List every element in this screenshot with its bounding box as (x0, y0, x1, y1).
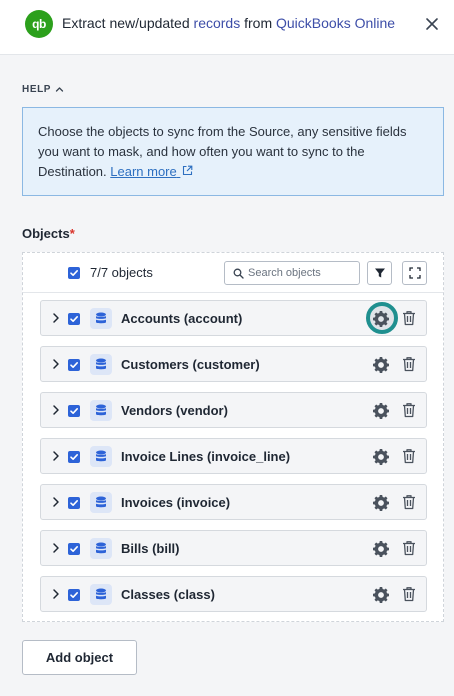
object-row[interactable]: Bills (bill) (40, 530, 427, 566)
title-records: records (193, 15, 241, 31)
checkbox-checked-icon (70, 454, 78, 460)
title-middle: from (240, 15, 276, 31)
trash-icon[interactable] (402, 540, 416, 556)
help-box: Choose the objects to sync from the Sour… (22, 107, 444, 196)
database-icon (90, 538, 112, 559)
object-checkbox[interactable] (68, 313, 80, 325)
trash-icon[interactable] (402, 402, 416, 418)
object-checkbox[interactable] (68, 359, 80, 371)
gear-icon[interactable] (373, 403, 389, 419)
quickbooks-logo: qb (25, 10, 53, 38)
objects-toolbar: 7/7 objects (23, 253, 443, 293)
trash-icon[interactable] (402, 448, 416, 464)
object-name: Accounts (account) (121, 311, 243, 326)
gear-icon[interactable] (373, 587, 389, 603)
close-icon (426, 18, 438, 30)
objects-label-text: Objects (22, 226, 70, 241)
expand-button[interactable] (402, 261, 427, 285)
trash-icon[interactable] (402, 356, 416, 372)
object-name: Vendors (vendor) (121, 403, 228, 418)
checkbox-checked-icon (70, 546, 78, 552)
chevron-right-icon[interactable] (51, 588, 61, 600)
object-row[interactable]: Invoices (invoice) (40, 484, 427, 520)
database-icon (90, 400, 112, 421)
object-checkbox[interactable] (68, 543, 80, 555)
search-box[interactable] (224, 261, 360, 285)
gear-icon[interactable] (373, 357, 389, 373)
gear-icon[interactable] (373, 495, 389, 511)
object-row[interactable]: Customers (customer) (40, 346, 427, 382)
chevron-right-icon[interactable] (51, 542, 61, 554)
external-link-icon (183, 165, 193, 176)
search-input[interactable] (248, 265, 356, 281)
objects-panel: 7/7 objects Accounts (account) Customers … (22, 252, 444, 622)
gear-icon[interactable] (373, 449, 389, 465)
title-prefix: Extract new/updated (62, 15, 194, 31)
trash-icon[interactable] (402, 586, 416, 602)
object-name: Classes (class) (121, 587, 215, 602)
learn-more-link[interactable]: Learn more (110, 164, 193, 179)
chevron-right-icon[interactable] (51, 404, 61, 416)
chevron-right-icon[interactable] (51, 450, 61, 462)
search-icon (233, 268, 244, 279)
learn-more-label: Learn more (110, 164, 177, 179)
object-row[interactable]: Invoice Lines (invoice_line) (40, 438, 427, 474)
required-mark: * (69, 226, 75, 241)
object-checkbox[interactable] (68, 589, 80, 601)
database-icon (90, 446, 112, 467)
gear-icon[interactable] (373, 541, 389, 557)
checkbox-checked-icon (70, 500, 78, 506)
checkbox-checked-icon (70, 592, 78, 598)
database-icon (90, 354, 112, 375)
object-checkbox[interactable] (68, 451, 80, 463)
checkbox-checked-icon (70, 270, 78, 276)
header-title: Extract new/updated records from QuickBo… (62, 15, 395, 31)
object-name: Customers (customer) (121, 357, 260, 372)
filter-icon (375, 268, 385, 278)
object-name: Invoice Lines (invoice_line) (121, 449, 291, 464)
checkbox-checked-icon (70, 316, 78, 322)
add-object-button[interactable]: Add object (22, 640, 137, 675)
title-source: QuickBooks Online (276, 15, 396, 31)
help-toggle[interactable]: HELP (22, 84, 64, 95)
object-name: Bills (bill) (121, 541, 180, 556)
database-icon (90, 584, 112, 605)
trash-icon[interactable] (402, 494, 416, 510)
filter-button[interactable] (367, 261, 392, 285)
select-all-checkbox[interactable] (68, 267, 80, 279)
close-button[interactable] (423, 15, 441, 33)
chevron-right-icon[interactable] (51, 358, 61, 370)
database-icon (90, 492, 112, 513)
object-row[interactable]: Classes (class) (40, 576, 427, 612)
object-checkbox[interactable] (68, 405, 80, 417)
object-row[interactable]: Accounts (account) (40, 300, 427, 336)
expand-icon (409, 267, 421, 279)
help-toggle-label: HELP (22, 84, 52, 95)
chevron-right-icon[interactable] (51, 496, 61, 508)
checkbox-checked-icon (70, 408, 78, 414)
objects-count: 7/7 objects (90, 265, 153, 280)
object-checkbox[interactable] (68, 497, 80, 509)
checkbox-checked-icon (70, 362, 78, 368)
object-name: Invoices (invoice) (121, 495, 231, 510)
database-icon (90, 308, 112, 329)
chevron-right-icon[interactable] (51, 312, 61, 324)
trash-icon[interactable] (402, 310, 416, 326)
object-row[interactable]: Vendors (vendor) (40, 392, 427, 428)
objects-label: Objects* (22, 226, 75, 241)
help-text: Choose the objects to sync from the Sour… (38, 124, 407, 179)
header: qb Extract new/updated records from Quic… (0, 0, 454, 55)
gear-icon[interactable] (373, 311, 389, 327)
chevron-up-icon (55, 87, 64, 92)
